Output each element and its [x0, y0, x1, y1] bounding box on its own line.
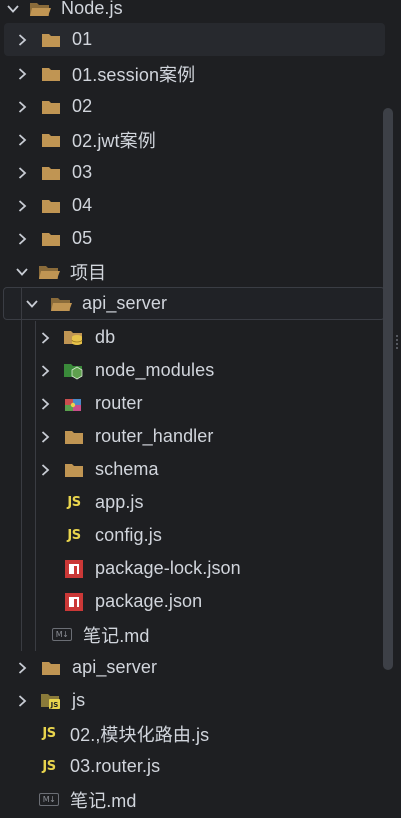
folder-icon — [40, 97, 62, 117]
chevron-right-icon[interactable] — [37, 330, 53, 346]
tree-item-label: Node.js — [61, 0, 123, 18]
js-file-icon: JS — [42, 726, 56, 741]
tree-item-label: 02.jwt案例 — [72, 130, 156, 151]
scrollbar-thumb[interactable] — [383, 108, 393, 670]
chevron-right-icon[interactable] — [37, 462, 53, 478]
node-modules-folder-icon — [63, 361, 85, 381]
tree-folder-03[interactable]: 03 — [0, 156, 386, 189]
tree-item-label: 03 — [72, 162, 93, 182]
folder-icon — [40, 30, 62, 50]
chevron-down-icon[interactable] — [24, 296, 40, 312]
tree-folder-project[interactable]: 项目 — [0, 255, 386, 288]
tree-item-label: router — [95, 393, 143, 413]
tree-item-label: api_server — [82, 293, 168, 313]
chevron-right-icon[interactable] — [14, 231, 30, 247]
tree-folder-02[interactable]: 02 — [0, 90, 386, 123]
tree-item-label: 项目 — [70, 262, 107, 283]
tree-file-router-js[interactable]: JS 03.router.js — [0, 750, 386, 783]
tree-folder-02-jwt[interactable]: 02.jwt案例 — [0, 123, 386, 156]
npm-file-icon — [63, 559, 85, 579]
folder-icon — [40, 658, 62, 678]
file-explorer-tree: Node.js 01 01.session案例 02 02.jwt案例 03 0… — [0, 0, 401, 818]
tree-file-package-json[interactable]: package.json — [0, 585, 386, 618]
tree-item-label: package-lock.json — [95, 558, 241, 578]
tree-root-nodejs[interactable]: Node.js — [0, 0, 386, 25]
tree-folder-api-server[interactable]: api_server — [3, 287, 385, 320]
tree-file-package-lock-json[interactable]: package-lock.json — [0, 552, 386, 585]
folder-icon — [40, 64, 62, 84]
tree-item-label: 02 — [72, 96, 93, 116]
chevron-right-icon[interactable] — [14, 32, 30, 48]
chevron-right-icon[interactable] — [37, 396, 53, 412]
tree-item-label: 01 — [72, 29, 93, 49]
tree-folder-04[interactable]: 04 — [0, 189, 386, 222]
js-file-icon: JS — [67, 528, 81, 543]
chevron-right-icon[interactable] — [37, 363, 53, 379]
markdown-file-icon: M↓ — [38, 790, 60, 810]
chevron-right-icon[interactable] — [14, 165, 30, 181]
tree-file-config-js[interactable]: JS config.js — [0, 519, 386, 552]
tree-item-label: api_server — [72, 657, 158, 677]
tree-item-label: node_modules — [95, 360, 215, 380]
chevron-right-icon[interactable] — [14, 99, 30, 115]
tree-file-notes-md-root[interactable]: M↓ 笔记.md — [0, 783, 386, 816]
tree-item-label: 03.router.js — [70, 756, 161, 776]
chevron-right-icon[interactable] — [37, 429, 53, 445]
tree-item-label: package.json — [95, 591, 203, 611]
chevron-right-icon[interactable] — [14, 198, 30, 214]
svg-text:JS: JS — [50, 701, 59, 709]
chevron-right-icon[interactable] — [14, 693, 30, 709]
tree-file-modular-routing-js[interactable]: JS 02.,模块化路由.js — [0, 717, 386, 750]
js-file-icon: JS — [67, 495, 81, 510]
tree-item-label: 02.,模块化路由.js — [70, 724, 210, 745]
folder-icon — [40, 196, 62, 216]
folder-open-icon — [38, 262, 60, 282]
tree-item-label: app.js — [95, 492, 144, 512]
folder-icon — [63, 460, 85, 480]
tree-item-label: 05 — [72, 228, 93, 248]
tree-item-label: 笔记.md — [83, 625, 150, 646]
tree-item-label: js — [72, 690, 86, 710]
tree-item-label: config.js — [95, 525, 162, 545]
tree-folder-db[interactable]: db — [0, 321, 386, 354]
router-folder-icon — [63, 394, 85, 414]
tree-item-label: 04 — [72, 195, 93, 215]
tree-folder-router-handler[interactable]: router_handler — [0, 420, 386, 453]
folder-open-icon — [50, 294, 72, 314]
tree-folder-router[interactable]: router — [0, 387, 386, 420]
tree-item-label: 01.session案例 — [72, 64, 196, 85]
folder-icon — [40, 229, 62, 249]
tree-item-label: router_handler — [95, 426, 214, 446]
database-folder-icon — [63, 328, 85, 348]
tree-folder-node-modules[interactable]: node_modules — [0, 354, 386, 387]
chevron-right-icon[interactable] — [14, 660, 30, 676]
tree-file-app-js[interactable]: JS app.js — [0, 486, 386, 519]
npm-file-icon — [63, 592, 85, 612]
chevron-down-icon[interactable] — [5, 1, 21, 17]
folder-icon — [63, 427, 85, 447]
tree-item-label: 笔记.md — [70, 790, 137, 811]
markdown-file-icon: M↓ — [51, 625, 73, 645]
chevron-right-icon[interactable] — [14, 132, 30, 148]
folder-open-icon — [29, 0, 51, 19]
tree-folder-js[interactable]: JS js — [0, 684, 386, 717]
tree-folder-05[interactable]: 05 — [0, 222, 386, 255]
folder-icon — [40, 163, 62, 183]
folder-icon — [40, 130, 62, 150]
tree-item-label: schema — [95, 459, 159, 479]
chevron-right-icon[interactable] — [14, 66, 30, 82]
chevron-down-icon[interactable] — [14, 264, 30, 280]
indent-guide — [35, 321, 36, 651]
tree-folder-01-session[interactable]: 01.session案例 — [0, 57, 386, 90]
tree-folder-01[interactable]: 01 — [4, 23, 385, 56]
tree-file-notes-md-project[interactable]: M↓ 笔记.md — [0, 618, 386, 651]
tree-item-label: db — [95, 327, 116, 347]
tree-folder-api-server-root[interactable]: api_server — [0, 651, 386, 684]
sash-handle[interactable] — [396, 333, 399, 351]
indent-guide — [21, 287, 22, 651]
js-file-icon: JS — [42, 759, 56, 774]
tree-folder-schema[interactable]: schema — [0, 453, 386, 486]
js-folder-icon: JS — [40, 691, 62, 711]
